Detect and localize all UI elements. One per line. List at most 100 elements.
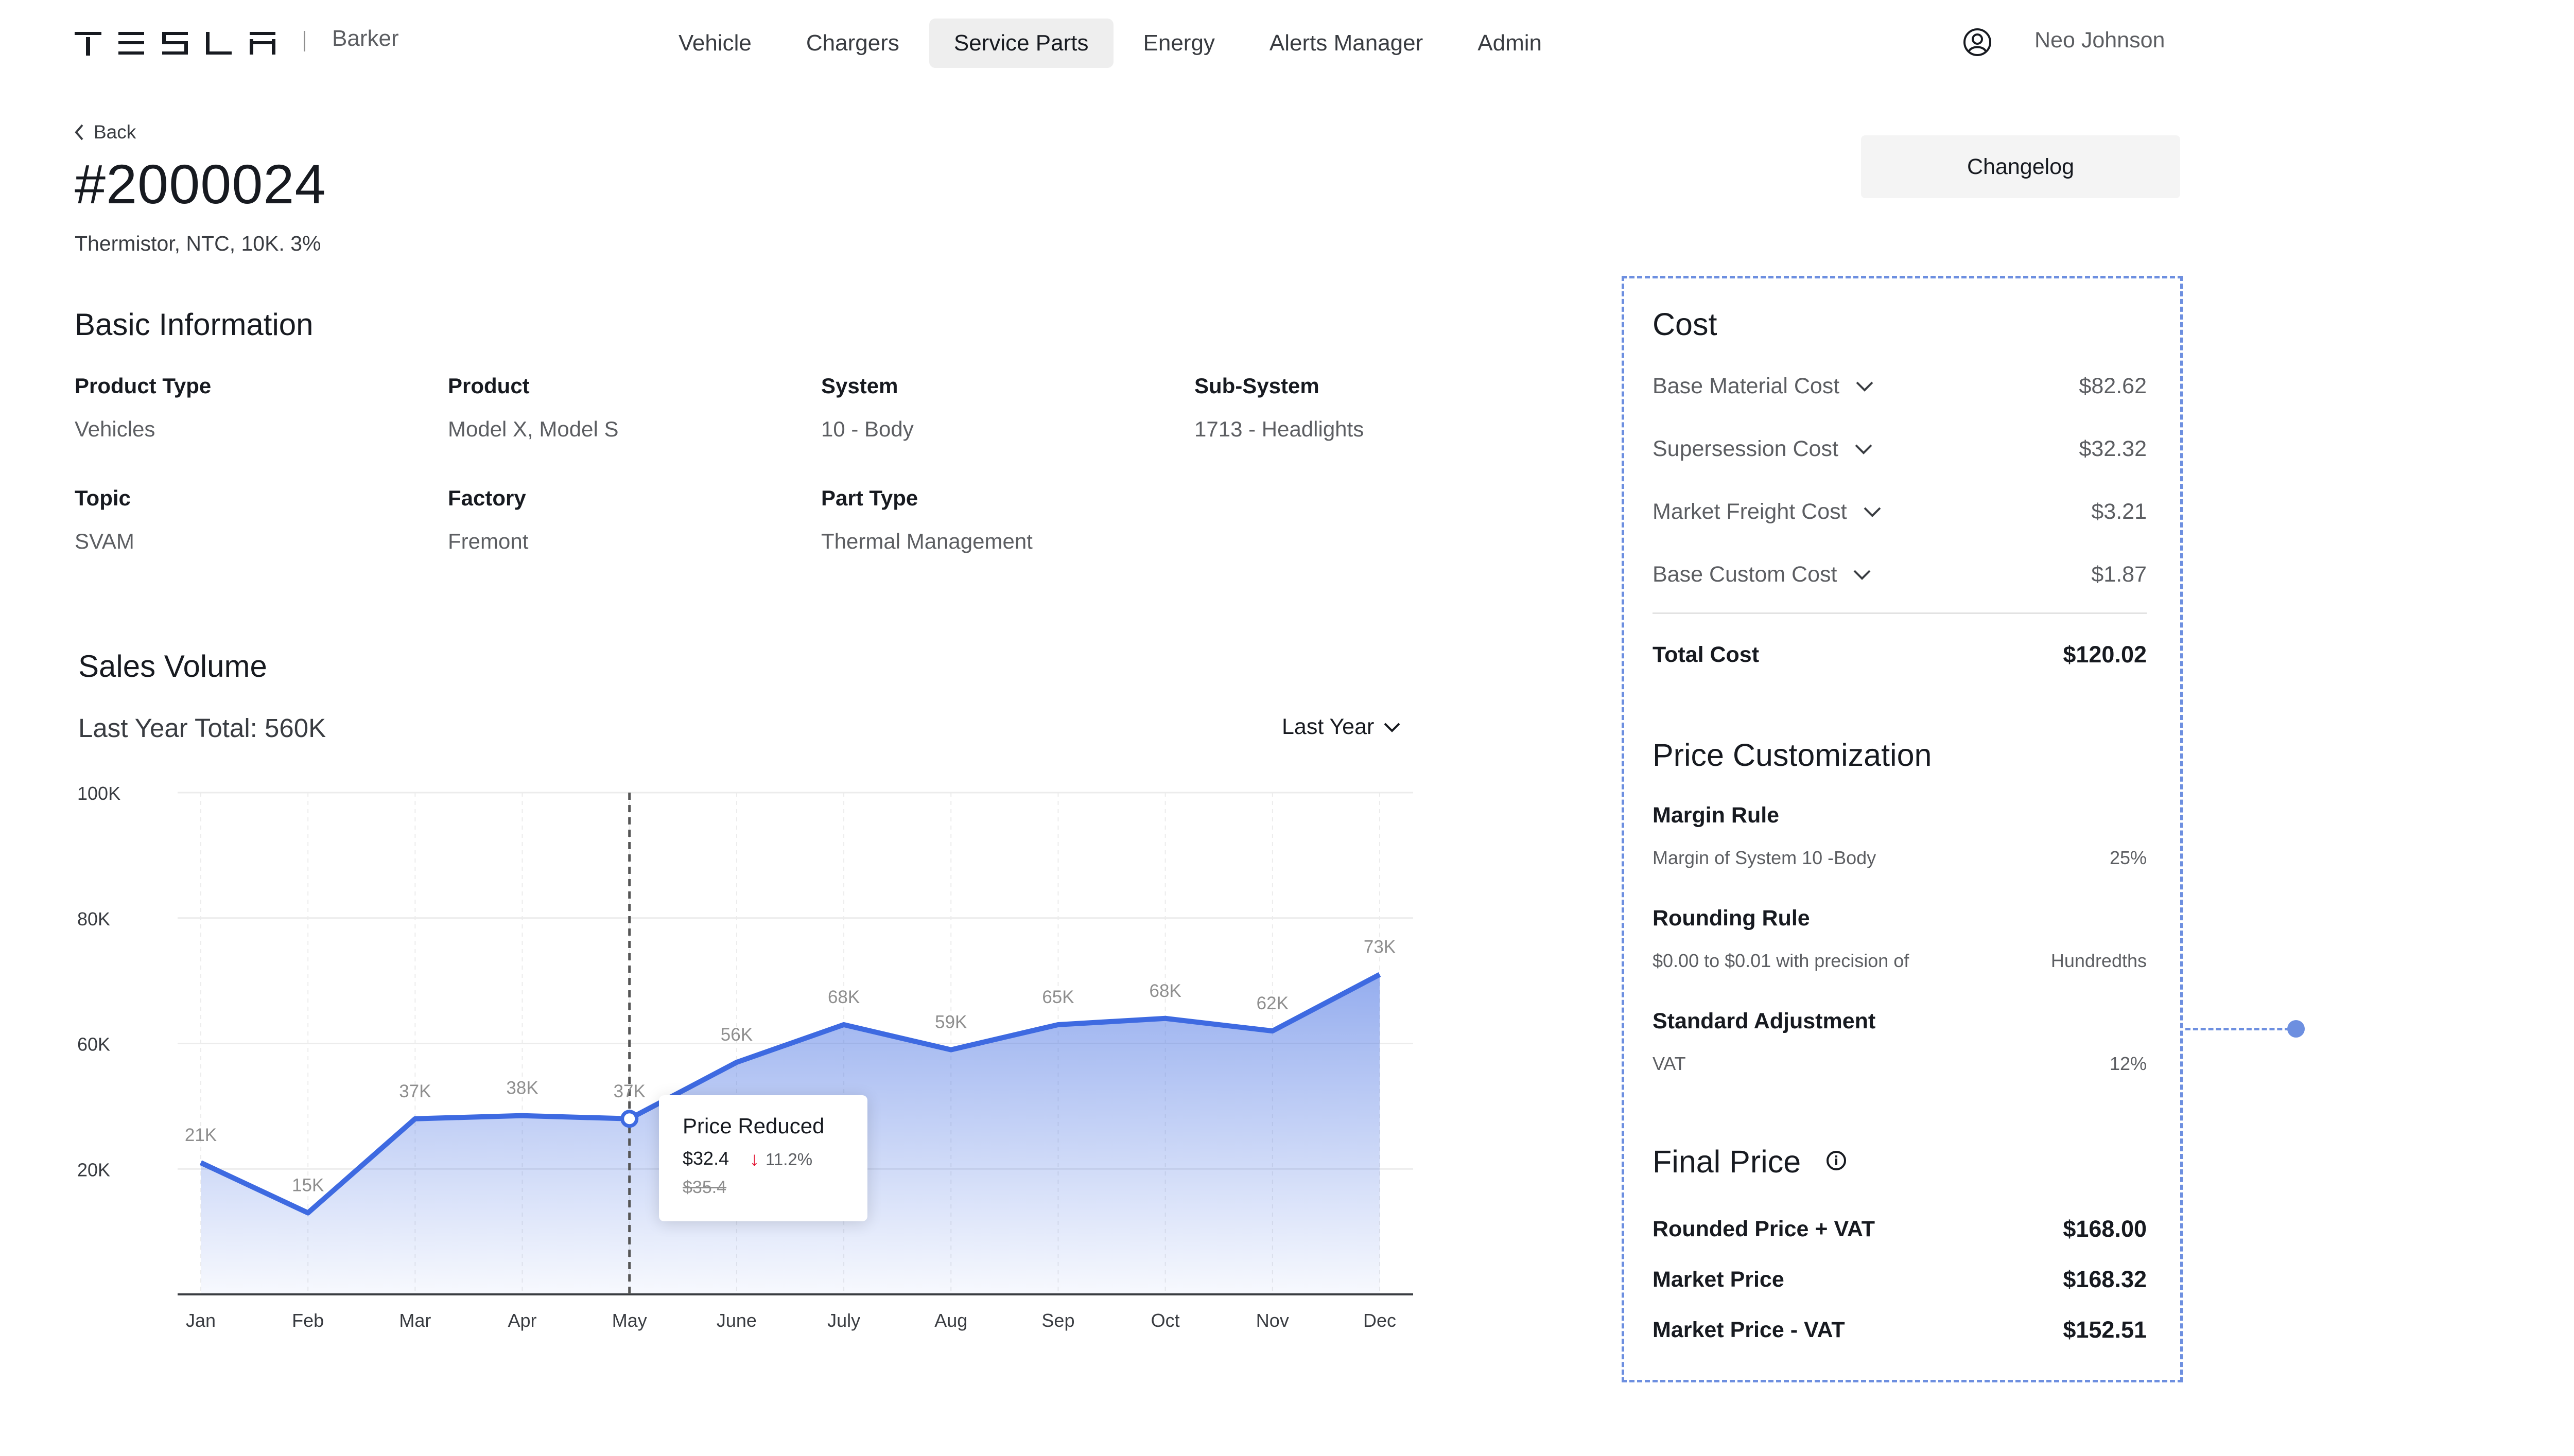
sales-volume-title: Sales Volume bbox=[78, 649, 267, 683]
cost-divider bbox=[1653, 612, 2147, 614]
field-value-factory: Fremont bbox=[448, 529, 529, 553]
chevron-down-icon bbox=[1855, 444, 1872, 454]
chevron-down-icon bbox=[1384, 723, 1400, 732]
user-name[interactable]: Neo Johnson bbox=[2034, 28, 2165, 53]
top-header: Barker Vehicle Chargers Service Parts En… bbox=[0, 0, 2574, 85]
x-tick-label: Nov bbox=[1256, 1310, 1289, 1331]
cost-item-market-freight[interactable]: Market Freight Cost bbox=[1653, 499, 1882, 524]
main-nav: Vehicle Chargers Service Parts Energy Al… bbox=[654, 19, 1567, 68]
data-label: 21K bbox=[185, 1125, 217, 1145]
field-label-sub-system: Sub-System bbox=[1194, 374, 1319, 398]
field-label-topic: Topic bbox=[75, 486, 131, 510]
rule-title-adjustment: Standard Adjustment bbox=[1653, 1009, 1876, 1033]
period-select-value: Last Year bbox=[1282, 714, 1375, 739]
y-tick-label: 60K bbox=[77, 1034, 110, 1055]
data-label: 15K bbox=[292, 1176, 324, 1196]
tooltip-old-price: $35.4 bbox=[683, 1178, 727, 1197]
tesla-logo[interactable] bbox=[75, 29, 278, 56]
x-tick-label: Aug bbox=[934, 1310, 967, 1331]
part-description: Thermistor, NTC, 10K. 3% bbox=[75, 232, 321, 255]
nav-alerts-manager[interactable]: Alerts Manager bbox=[1245, 19, 1448, 68]
y-tick-label: 100K bbox=[77, 783, 120, 804]
final-price-amount: $152.51 bbox=[2063, 1317, 2147, 1343]
cost-item-base-material[interactable]: Base Material Cost bbox=[1653, 374, 1874, 399]
price-change-point bbox=[620, 1110, 639, 1128]
final-price-amount: $168.00 bbox=[2063, 1216, 2147, 1242]
x-tick-label: July bbox=[827, 1310, 860, 1331]
cost-title: Cost bbox=[1653, 307, 1717, 342]
data-label: 38K bbox=[506, 1078, 538, 1098]
cost-item-base-custom[interactable]: Base Custom Cost bbox=[1653, 562, 1872, 587]
info-icon[interactable] bbox=[1825, 1150, 1847, 1171]
field-label-product: Product bbox=[448, 374, 530, 398]
sales-total: Last Year Total: 560K bbox=[78, 713, 326, 743]
app-name: Barker bbox=[332, 26, 399, 51]
tooltip-new-price: $32.4 bbox=[683, 1148, 729, 1169]
panel-connector-handle[interactable] bbox=[2287, 1020, 2305, 1038]
user-circle-icon[interactable] bbox=[1962, 27, 1992, 57]
data-label: 68K bbox=[828, 987, 860, 1007]
chevron-left-icon bbox=[75, 124, 83, 141]
nav-vehicle[interactable]: Vehicle bbox=[654, 19, 776, 68]
nav-energy[interactable]: Energy bbox=[1119, 19, 1240, 68]
field-label-system: System bbox=[821, 374, 898, 398]
x-tick-label: May bbox=[612, 1310, 647, 1331]
nav-admin[interactable]: Admin bbox=[1453, 19, 1567, 68]
price-change-tooltip: Price Reduced $32.4 ↓ 11.2% $35.4 bbox=[659, 1095, 867, 1221]
chevron-down-icon bbox=[1854, 570, 1871, 580]
chevron-down-icon bbox=[1864, 507, 1881, 517]
final-price-title: Final Price bbox=[1653, 1144, 1801, 1179]
data-label: 59K bbox=[935, 1012, 967, 1032]
x-tick-label: Dec bbox=[1363, 1310, 1396, 1331]
rule-desc-rounding: $0.00 to $0.01 with precision of bbox=[1653, 950, 1909, 971]
cost-item-label: Supersession Cost bbox=[1653, 436, 1838, 461]
page-title: #2000024 bbox=[75, 153, 326, 215]
rule-title-rounding: Rounding Rule bbox=[1653, 906, 1810, 931]
chevron-down-icon bbox=[1856, 381, 1873, 392]
period-select[interactable]: Last Year bbox=[1282, 714, 1401, 740]
sales-volume-chart: 20K 60K 80K 100K 21K Jan 15K Feb 37K Mar 38K Apr 37K… bbox=[77, 783, 1413, 1331]
nav-service-parts[interactable]: Service Parts bbox=[929, 19, 1114, 68]
x-tick-label: Oct bbox=[1151, 1310, 1180, 1331]
basic-info-title: Basic Information bbox=[75, 307, 314, 342]
total-cost-amount: $120.02 bbox=[2063, 641, 2147, 668]
back-link[interactable]: Back bbox=[72, 121, 136, 143]
x-tick-label: Apr bbox=[508, 1310, 537, 1331]
data-label: 56K bbox=[721, 1025, 753, 1045]
arrow-down-icon: ↓ bbox=[750, 1149, 759, 1170]
rule-title-margin: Margin Rule bbox=[1653, 803, 1780, 828]
field-label-part-type: Part Type bbox=[821, 486, 918, 510]
rule-desc-adjustment: VAT bbox=[1653, 1053, 1686, 1074]
cost-item-label: Base Custom Cost bbox=[1653, 562, 1837, 587]
final-price-amount: $168.32 bbox=[2063, 1266, 2147, 1292]
rule-value-margin: 25% bbox=[2109, 847, 2147, 868]
nav-chargers[interactable]: Chargers bbox=[781, 19, 924, 68]
cost-item-supersession[interactable]: Supersession Cost bbox=[1653, 436, 1873, 462]
changelog-button[interactable]: Changelog bbox=[1861, 135, 2180, 198]
x-tick-label: Mar bbox=[399, 1310, 431, 1331]
rule-value-adjustment: 12% bbox=[2109, 1053, 2147, 1074]
final-price-label: Market Price bbox=[1653, 1267, 1784, 1292]
final-price-label: Rounded Price + VAT bbox=[1653, 1217, 1875, 1241]
cost-item-amount: $3.21 bbox=[2091, 499, 2147, 524]
field-label-product-type: Product Type bbox=[75, 374, 212, 398]
data-label: 68K bbox=[1149, 981, 1181, 1001]
field-label-factory: Factory bbox=[448, 486, 526, 510]
field-value-product-type: Vehicles bbox=[75, 417, 155, 441]
data-label: 37K bbox=[399, 1081, 431, 1101]
rule-value-rounding: Hundredths bbox=[2050, 950, 2147, 971]
x-tick-label: Feb bbox=[292, 1310, 324, 1331]
data-label: 37K bbox=[614, 1081, 646, 1101]
back-label: Back bbox=[94, 121, 136, 143]
field-value-product: Model X, Model S bbox=[448, 417, 619, 441]
y-tick-label: 80K bbox=[77, 908, 110, 929]
rule-desc-margin: Margin of System 10 -Body bbox=[1653, 847, 1876, 868]
y-tick-label: 20K bbox=[77, 1159, 110, 1180]
total-cost-label: Total Cost bbox=[1653, 642, 1760, 667]
panel-connector-line bbox=[2185, 1028, 2298, 1030]
cost-item-amount: $32.32 bbox=[2079, 436, 2147, 461]
field-value-topic: SVAM bbox=[75, 529, 134, 553]
data-label: 73K bbox=[1364, 937, 1396, 957]
final-price-label: Market Price - VAT bbox=[1653, 1318, 1845, 1342]
x-tick-label: Sep bbox=[1041, 1310, 1074, 1331]
